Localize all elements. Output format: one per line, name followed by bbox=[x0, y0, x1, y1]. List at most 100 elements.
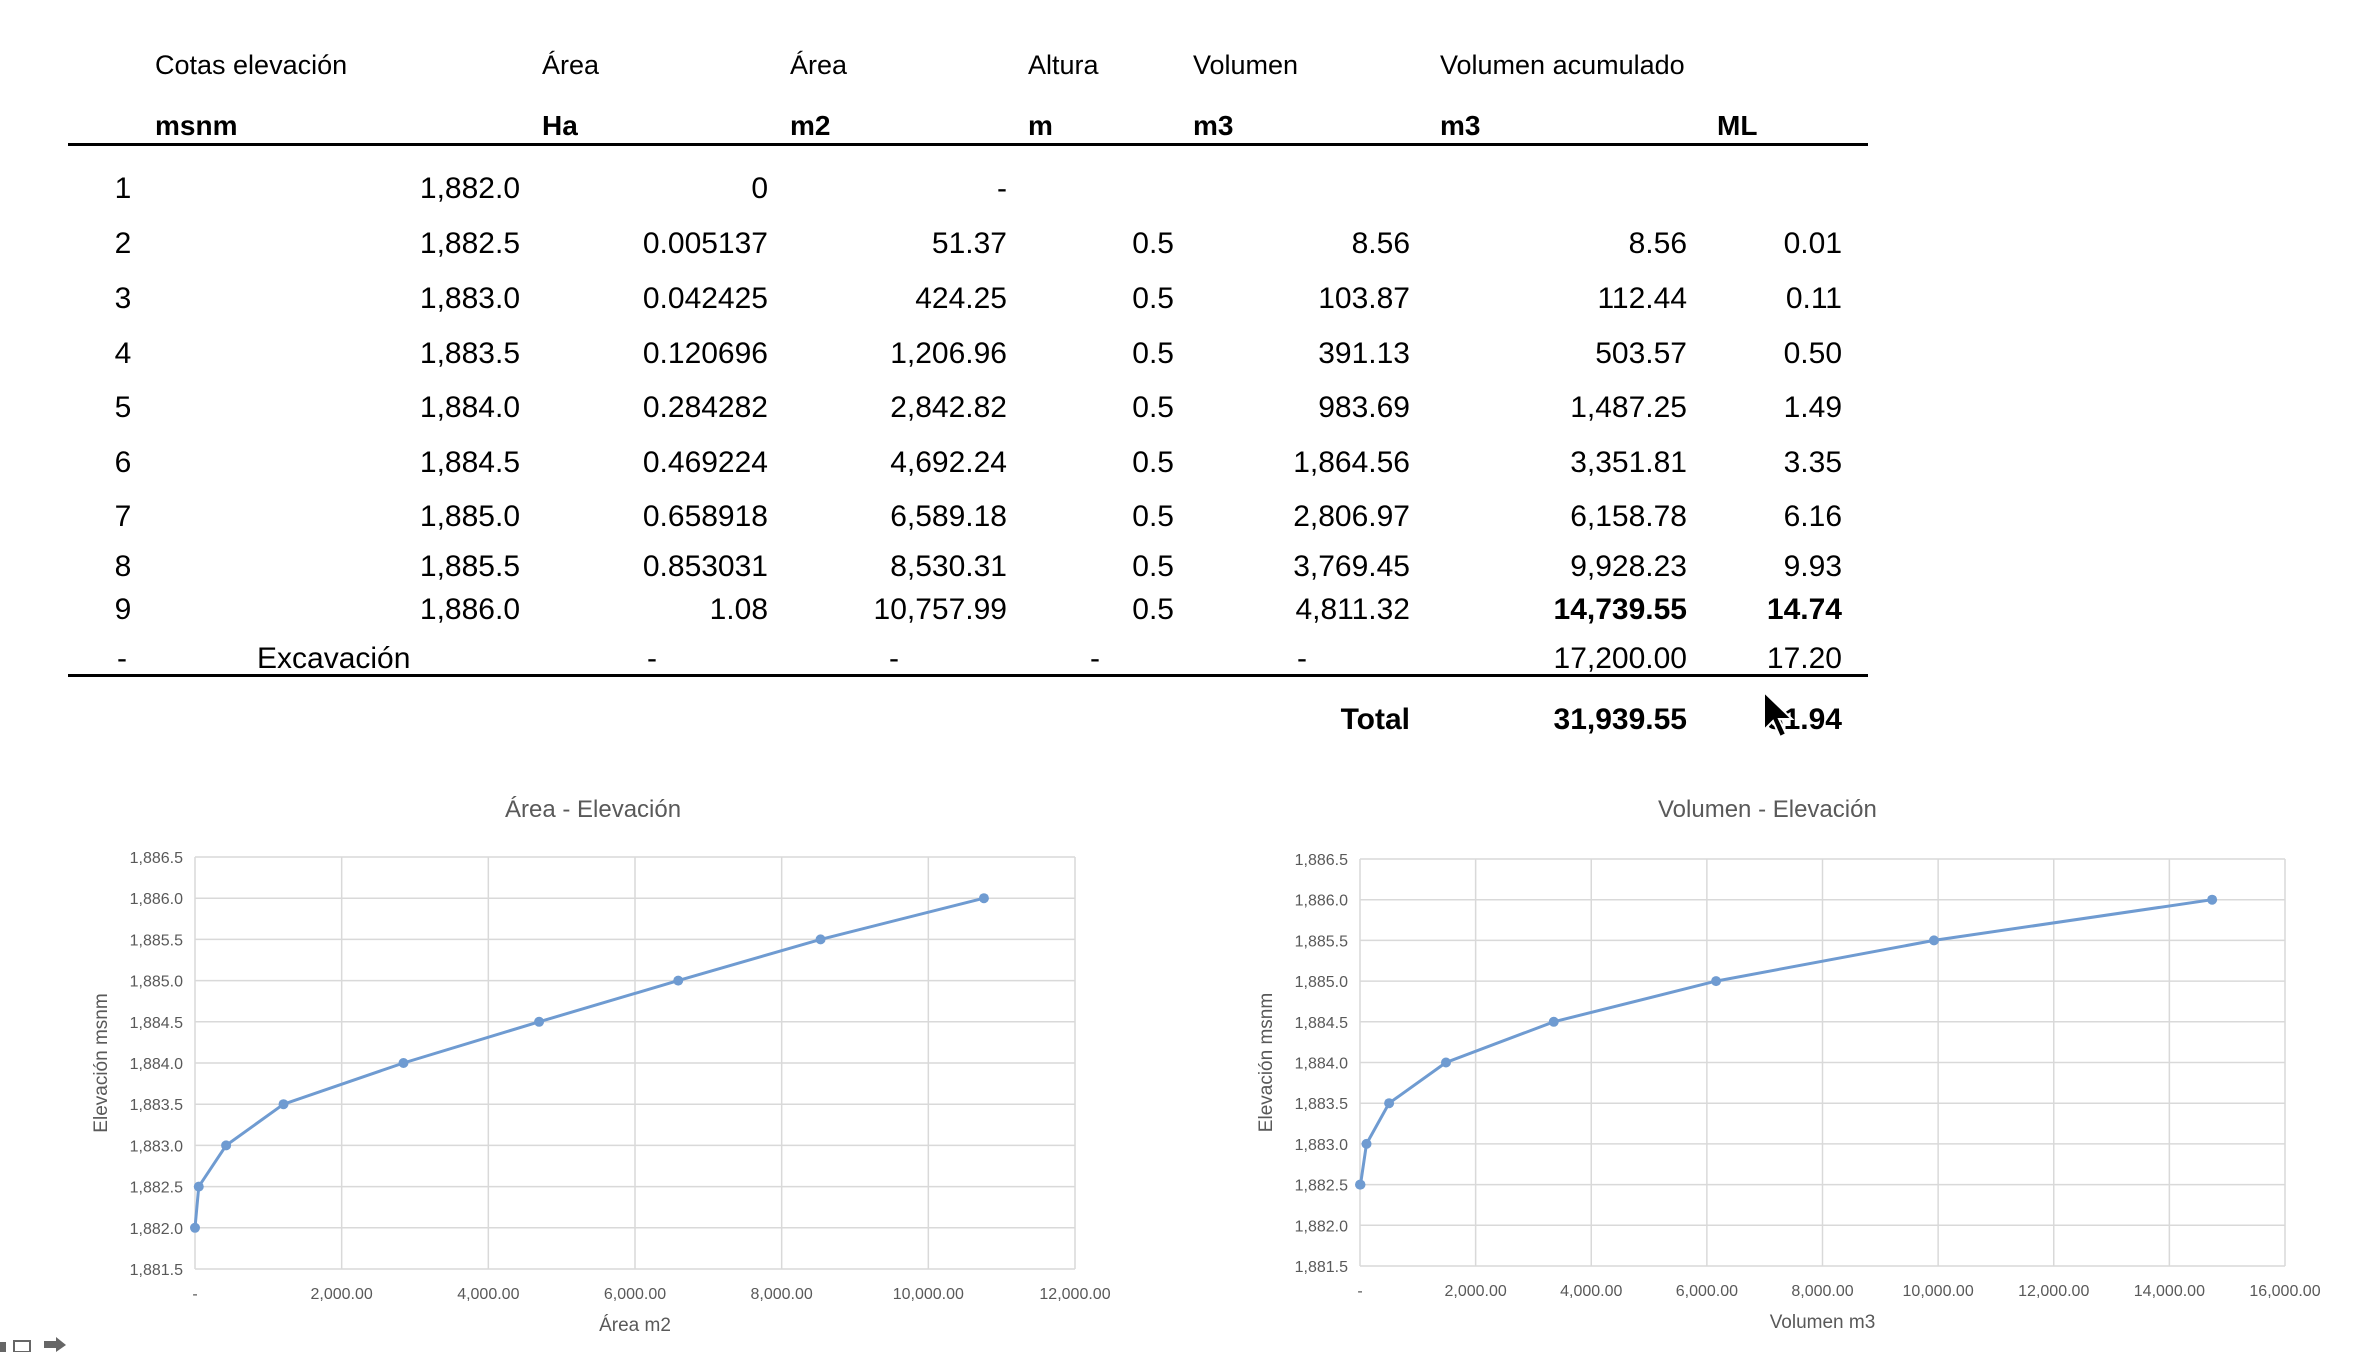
cota-cell: 1,882.5 bbox=[419, 227, 520, 260]
x-axis-label: Volumen m3 bbox=[1770, 1312, 1876, 1333]
data-point bbox=[673, 975, 684, 986]
altura-cell: 0.5 bbox=[1132, 337, 1174, 370]
area-m2-cell: - bbox=[997, 172, 1007, 205]
x-tick-label: 2,000.00 bbox=[311, 1286, 373, 1303]
x-tick-label: 12,000.00 bbox=[1039, 1286, 1110, 1303]
y-tick-label: 1,881.5 bbox=[130, 1262, 183, 1279]
volumen-acumulado-cell: 6,158.78 bbox=[1570, 500, 1687, 533]
table-row: 6 1,884.5 0.469224 4,692.24 0.5 1,864.56 3,351… bbox=[0, 446, 1880, 486]
x-tick-label: 4,000.00 bbox=[1560, 1283, 1622, 1300]
y-tick-label: 1,885.0 bbox=[130, 974, 183, 991]
header-altura: Altura bbox=[1028, 50, 1099, 80]
header-area-m2: Área bbox=[790, 50, 848, 80]
chart-area-elevacion: - 2,000.00 4,000.00 6,000.00 8,000.00 10,000.… bbox=[91, 850, 1111, 1336]
volumen-cell: 983.69 bbox=[1318, 391, 1410, 424]
cota-cell: 1,884.0 bbox=[419, 391, 520, 424]
excavacion-n: - bbox=[117, 642, 127, 675]
y-tick-label: 1,884.0 bbox=[130, 1056, 183, 1073]
cota-cell: 1,883.0 bbox=[419, 282, 520, 315]
area-ha-cell: 0.120696 bbox=[642, 337, 768, 370]
table-row: 2 1,882.5 0.005137 51.37 0.5 8.56 8.56 0.01 bbox=[0, 227, 1880, 267]
chart-volumen-title: Volumen - Elevación bbox=[1658, 796, 1877, 823]
volumen-acumulado-cell: 503.57 bbox=[1595, 337, 1687, 370]
area-m2-cell: 1,206.96 bbox=[890, 337, 1007, 370]
row-number: 4 bbox=[114, 337, 132, 370]
excavacion-ml: 17.20 bbox=[1766, 642, 1842, 675]
altura-cell: 0.5 bbox=[1132, 227, 1174, 260]
excavacion-ha: - bbox=[647, 642, 657, 675]
header-cotas-elevacion: Cotas elevación bbox=[155, 50, 348, 80]
ml-cell: 0.50 bbox=[1783, 337, 1842, 370]
data-point bbox=[398, 1058, 409, 1068]
y-tick-label: 1,882.5 bbox=[1295, 1178, 1348, 1195]
series-line bbox=[1359, 898, 2213, 1187]
total-acum: 31,939.55 bbox=[1553, 703, 1687, 736]
mouse-cursor-icon bbox=[1763, 690, 1795, 739]
data-point bbox=[1384, 1098, 1395, 1109]
cota-cell: 1,885.0 bbox=[419, 500, 520, 533]
area-ha-cell: 0.853031 bbox=[642, 550, 768, 583]
altura-cell: 0.5 bbox=[1132, 593, 1174, 626]
ml-cell: 14.74 bbox=[1766, 593, 1842, 626]
sheet-tray-icon[interactable] bbox=[0, 1335, 70, 1352]
cota-cell: 1,883.5 bbox=[419, 337, 520, 370]
volumen-acumulado-cell: 112.44 bbox=[1597, 282, 1687, 315]
y-tick-label: 1,882.0 bbox=[1295, 1218, 1348, 1235]
cota-cell: 1,882.0 bbox=[419, 172, 520, 205]
data-point bbox=[815, 934, 826, 945]
area-m2-cell: 6,589.18 bbox=[890, 500, 1007, 533]
y-axis-label: Elevación msnm bbox=[1256, 993, 1277, 1132]
y-tick-label: 1,882.5 bbox=[130, 1180, 183, 1197]
data-point bbox=[1355, 1179, 1366, 1190]
area-m2-cell: 4,692.24 bbox=[890, 446, 1007, 479]
y-tick-label: 1,882.0 bbox=[130, 1221, 183, 1238]
y-axis-label: Elevación msnm bbox=[91, 993, 112, 1132]
y-tick-label: 1,885.0 bbox=[1295, 974, 1348, 991]
cota-cell: 1,886.0 bbox=[419, 593, 520, 626]
y-tick-label: 1,885.5 bbox=[130, 932, 183, 949]
data-point bbox=[190, 1222, 200, 1233]
volumen-cell: 3,769.45 bbox=[1293, 550, 1410, 583]
volumen-cell: 1,864.56 bbox=[1293, 446, 1410, 479]
table-row: 7 1,885.0 0.658918 6,589.18 0.5 2,806.97 6,158… bbox=[0, 500, 1880, 540]
ml-cell: 1.49 bbox=[1783, 391, 1842, 424]
area-ha-cell: 0.284282 bbox=[642, 391, 768, 424]
area-m2-cell: 424.25 bbox=[915, 282, 1007, 315]
area-m2-cell: 51.37 bbox=[931, 227, 1007, 260]
volumen-cell: 4,811.32 bbox=[1295, 593, 1410, 626]
y-tick-label: 1,886.0 bbox=[130, 891, 183, 908]
volumen-acumulado-cell: 9,928.23 bbox=[1570, 550, 1687, 583]
row-number: 3 bbox=[114, 282, 132, 315]
x-tick-label: 6,000.00 bbox=[604, 1286, 666, 1303]
total-rule bbox=[68, 674, 1868, 677]
row-number: 9 bbox=[114, 593, 132, 626]
row-number: 1 bbox=[114, 172, 132, 205]
data-point bbox=[1548, 1016, 1559, 1027]
unit-m3-acumulado: m3 bbox=[1440, 110, 1481, 141]
cota-cell: 1,885.5 bbox=[419, 550, 520, 583]
table-row: 4 1,883.5 0.120696 1,206.96 0.5 391.13 503.57 0… bbox=[0, 337, 1880, 377]
area-ha-cell: 0.469224 bbox=[642, 446, 768, 479]
y-tick-label: 1,884.5 bbox=[130, 1015, 183, 1032]
y-tick-label: 1,884.0 bbox=[1295, 1056, 1348, 1073]
volumen-cell: 103.87 bbox=[1318, 282, 1410, 315]
unit-ha: Ha bbox=[542, 110, 578, 141]
x-tick-label: 14,000.00 bbox=[2134, 1283, 2205, 1300]
y-tick-label: 1,886.5 bbox=[130, 850, 183, 867]
data-point bbox=[193, 1181, 204, 1192]
x-axis-label: Área m2 bbox=[599, 1315, 671, 1336]
ml-cell: 3.35 bbox=[1783, 446, 1842, 479]
altura-cell: 0.5 bbox=[1132, 500, 1174, 533]
volumen-acumulado-cell: 14,739.55 bbox=[1553, 593, 1687, 626]
excavacion-label: Excavación bbox=[257, 642, 411, 675]
excavacion-acum: 17,200.00 bbox=[1553, 642, 1687, 675]
excavacion-vol: - bbox=[1297, 642, 1307, 675]
row-number: 6 bbox=[114, 446, 132, 479]
data-point bbox=[2207, 894, 2218, 905]
ml-cell: 0.11 bbox=[1785, 282, 1842, 315]
chart-volumen-elevacion: - 2,000.00 4,000.00 6,000.00 8,000.00 10,000.… bbox=[1256, 852, 2321, 1333]
x-tick-label: 8,000.00 bbox=[751, 1286, 813, 1303]
y-tick-label: 1,884.5 bbox=[1295, 1015, 1348, 1032]
unit-m: m bbox=[1028, 110, 1053, 141]
area-ha-cell: 1.08 bbox=[709, 593, 768, 626]
